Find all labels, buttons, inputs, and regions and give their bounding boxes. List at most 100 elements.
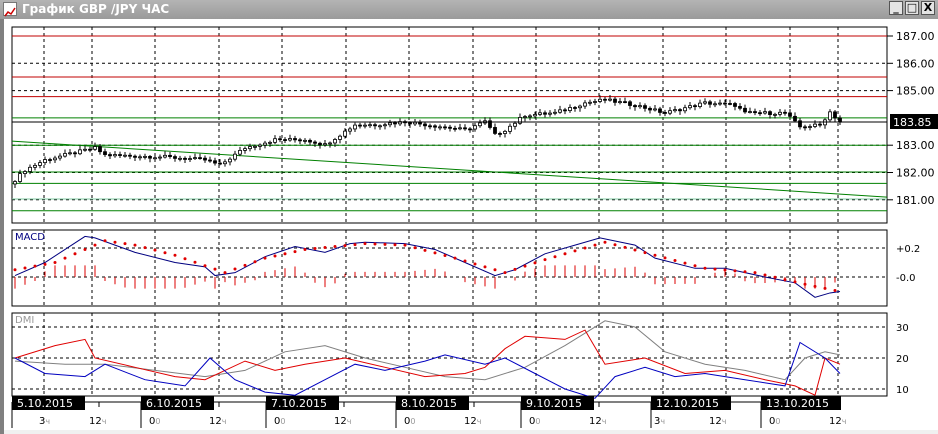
macd-signal-dot <box>593 243 597 247</box>
candle-body <box>478 122 482 127</box>
macd-signal-dot <box>343 244 347 248</box>
candle-body <box>228 158 232 163</box>
hour-unit: ч <box>45 417 50 426</box>
macd-signal-dot <box>63 256 67 260</box>
candle-body <box>318 142 322 146</box>
candle-body <box>183 157 187 160</box>
candle-body <box>303 139 307 142</box>
hour-label: 12ч <box>829 416 846 427</box>
candle-body <box>193 157 197 160</box>
candle-body <box>223 161 227 165</box>
macd-signal-dot <box>613 243 617 247</box>
candle-body <box>118 154 122 156</box>
candle-body <box>458 127 462 130</box>
macd-signal-dot <box>833 288 837 292</box>
candle-body <box>278 138 282 141</box>
candle-body <box>678 109 682 112</box>
chart-canvas[interactable]: 187.00 186.00 185.00 183.00 182.00 181.00 +0.2… <box>0 0 938 434</box>
candle-body <box>753 111 757 114</box>
hour-label: 00 <box>404 416 415 427</box>
macd-signal-dot <box>103 239 107 243</box>
macd-signal-dot <box>173 253 177 257</box>
date-label: 9.10.2015 <box>526 397 582 410</box>
candle-body <box>573 107 577 109</box>
candle-body <box>513 122 517 127</box>
hour-label: 12ч <box>589 416 606 427</box>
macd-signal-dot <box>93 243 97 247</box>
candle-body <box>78 149 82 155</box>
candle-body <box>383 124 387 127</box>
candle-body <box>693 105 697 108</box>
candle-body <box>28 166 32 172</box>
candle-body <box>18 173 22 182</box>
candle-body <box>658 108 662 113</box>
candle-body <box>793 115 797 122</box>
candle-body <box>608 98 612 101</box>
macd-signal-dot <box>473 262 477 266</box>
candle-body <box>508 125 512 132</box>
price-panel[interactable]: 183.85 <box>11 35 938 212</box>
candle-body <box>498 133 502 135</box>
candle-body <box>313 141 317 144</box>
candle-body <box>158 156 162 159</box>
candle-body <box>698 102 702 107</box>
price-tick-label: 183.00 <box>896 139 935 152</box>
candle-body <box>253 145 257 148</box>
macd-signal-dot <box>83 247 87 251</box>
candle-body <box>293 138 297 141</box>
candle-body <box>718 102 722 105</box>
hour-number: 12 <box>709 416 722 427</box>
candle-body <box>748 111 752 113</box>
macd-signal-dot <box>663 256 667 260</box>
candle-body <box>173 156 177 159</box>
macd-signal-dot <box>203 264 207 268</box>
candle-body <box>58 155 62 159</box>
macd-signal-dot <box>223 271 227 275</box>
candle-body <box>763 111 767 114</box>
candle-body <box>338 135 342 140</box>
candle-body <box>548 112 552 115</box>
hour-unit: ч <box>602 417 607 426</box>
price-tick-label: 187.00 <box>896 30 935 43</box>
candle-body <box>428 125 432 128</box>
candle-body <box>723 102 727 105</box>
dmi-label: DMI <box>15 315 34 326</box>
candle-body <box>63 153 67 157</box>
macd-signal-dot <box>183 257 187 261</box>
candle-body <box>423 123 427 127</box>
macd-signal-dot <box>283 252 287 256</box>
candle-body <box>418 121 422 125</box>
candle-body <box>238 150 242 155</box>
hour-number: 12 <box>89 416 102 427</box>
hour-unit: 0 <box>535 417 540 426</box>
dmi-tick-label: 20 <box>896 354 909 365</box>
candle-body <box>583 102 587 107</box>
macd-signal-dot <box>303 247 307 251</box>
candle-body <box>558 109 562 113</box>
macd-signal-dot <box>653 253 657 257</box>
candle-body <box>768 111 772 115</box>
candle-body <box>663 112 667 114</box>
candle-body <box>503 130 507 134</box>
hour-unit: ч <box>477 417 482 426</box>
hour-label: 00 <box>529 416 540 427</box>
macd-signal-dot <box>43 262 47 266</box>
price-tick-label: 181.00 <box>896 194 935 207</box>
hour-label: 3ч <box>39 416 50 427</box>
date-label: 13.10.2015 <box>766 397 829 410</box>
candle-body <box>368 124 372 127</box>
macd-signal-dot <box>693 264 697 268</box>
macd-signal-dot <box>23 266 27 270</box>
candle-body <box>438 126 442 129</box>
candle-body <box>68 152 72 155</box>
candle-body <box>263 142 267 146</box>
candle-body <box>808 126 812 128</box>
macd-signal-dot <box>713 267 717 271</box>
macd-panel-border <box>11 229 888 307</box>
macd-panel[interactable]: MACD <box>13 232 841 298</box>
candle-body <box>618 101 622 104</box>
candle-body <box>38 162 42 166</box>
candle-body <box>613 98 617 103</box>
candle-body <box>198 157 202 160</box>
candle-body <box>623 101 627 104</box>
